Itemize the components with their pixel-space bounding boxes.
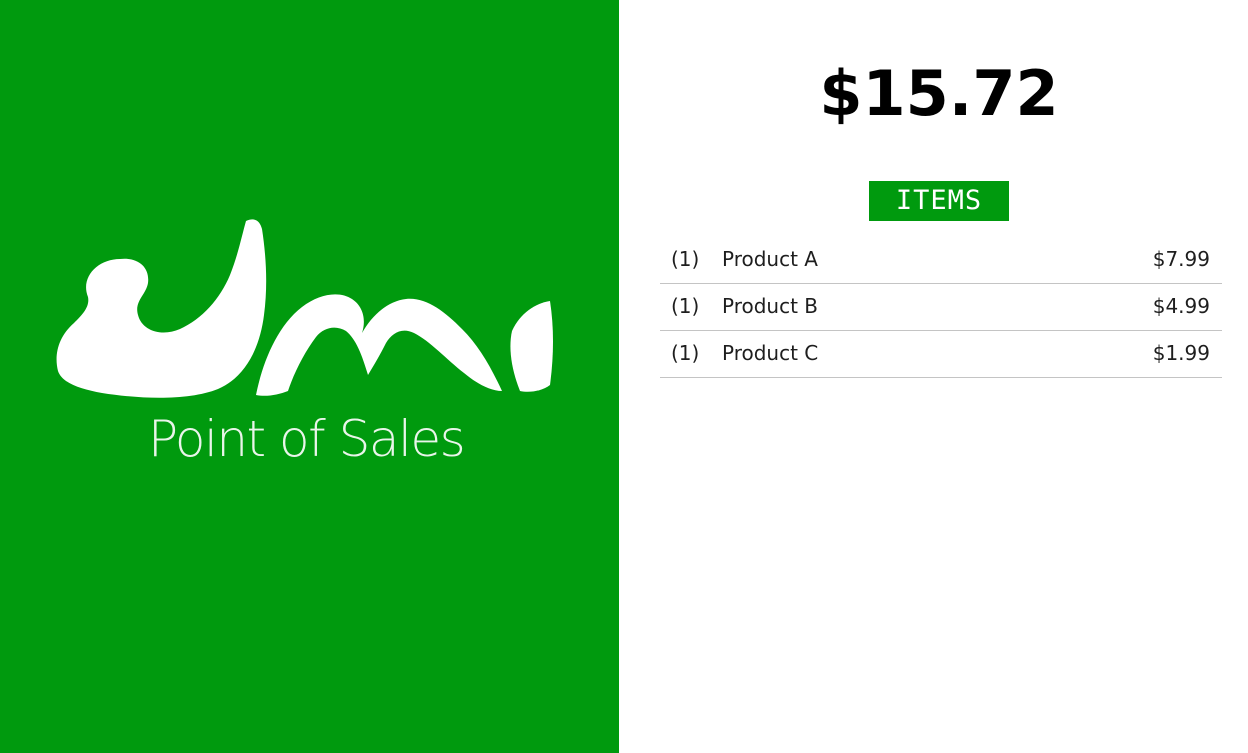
item-quantity: (1) (671, 294, 700, 318)
item-price: $1.99 (1152, 341, 1210, 365)
brand-panel: Point of Sales (0, 0, 619, 753)
item-price: $4.99 (1152, 294, 1210, 318)
item-quantity: (1) (671, 341, 700, 365)
item-name: Product B (722, 294, 819, 318)
item-name: Product C (722, 341, 819, 365)
item-quantity: (1) (671, 247, 700, 271)
item-name: Product A (722, 247, 818, 271)
items-header: ITEMS (869, 181, 1009, 221)
list-item: (1) Product C $1.99 (660, 331, 1222, 378)
item-price: $7.99 (1152, 247, 1210, 271)
pos-customer-display: Point of Sales $15.72 ITEMS (1) Product … (0, 0, 1248, 753)
list-item: (1) Product A $7.99 (660, 237, 1222, 284)
list-item: (1) Product B $4.99 (660, 284, 1222, 331)
tagline: Point of Sales (148, 410, 466, 468)
umi-logo (56, 219, 553, 398)
order-total: $15.72 (819, 57, 1059, 130)
order-panel: $15.72 ITEMS (1) Product A $7.99 (1) Pro… (619, 0, 1248, 753)
items-list: (1) Product A $7.99 (1) Product B $4.99 … (660, 237, 1222, 378)
